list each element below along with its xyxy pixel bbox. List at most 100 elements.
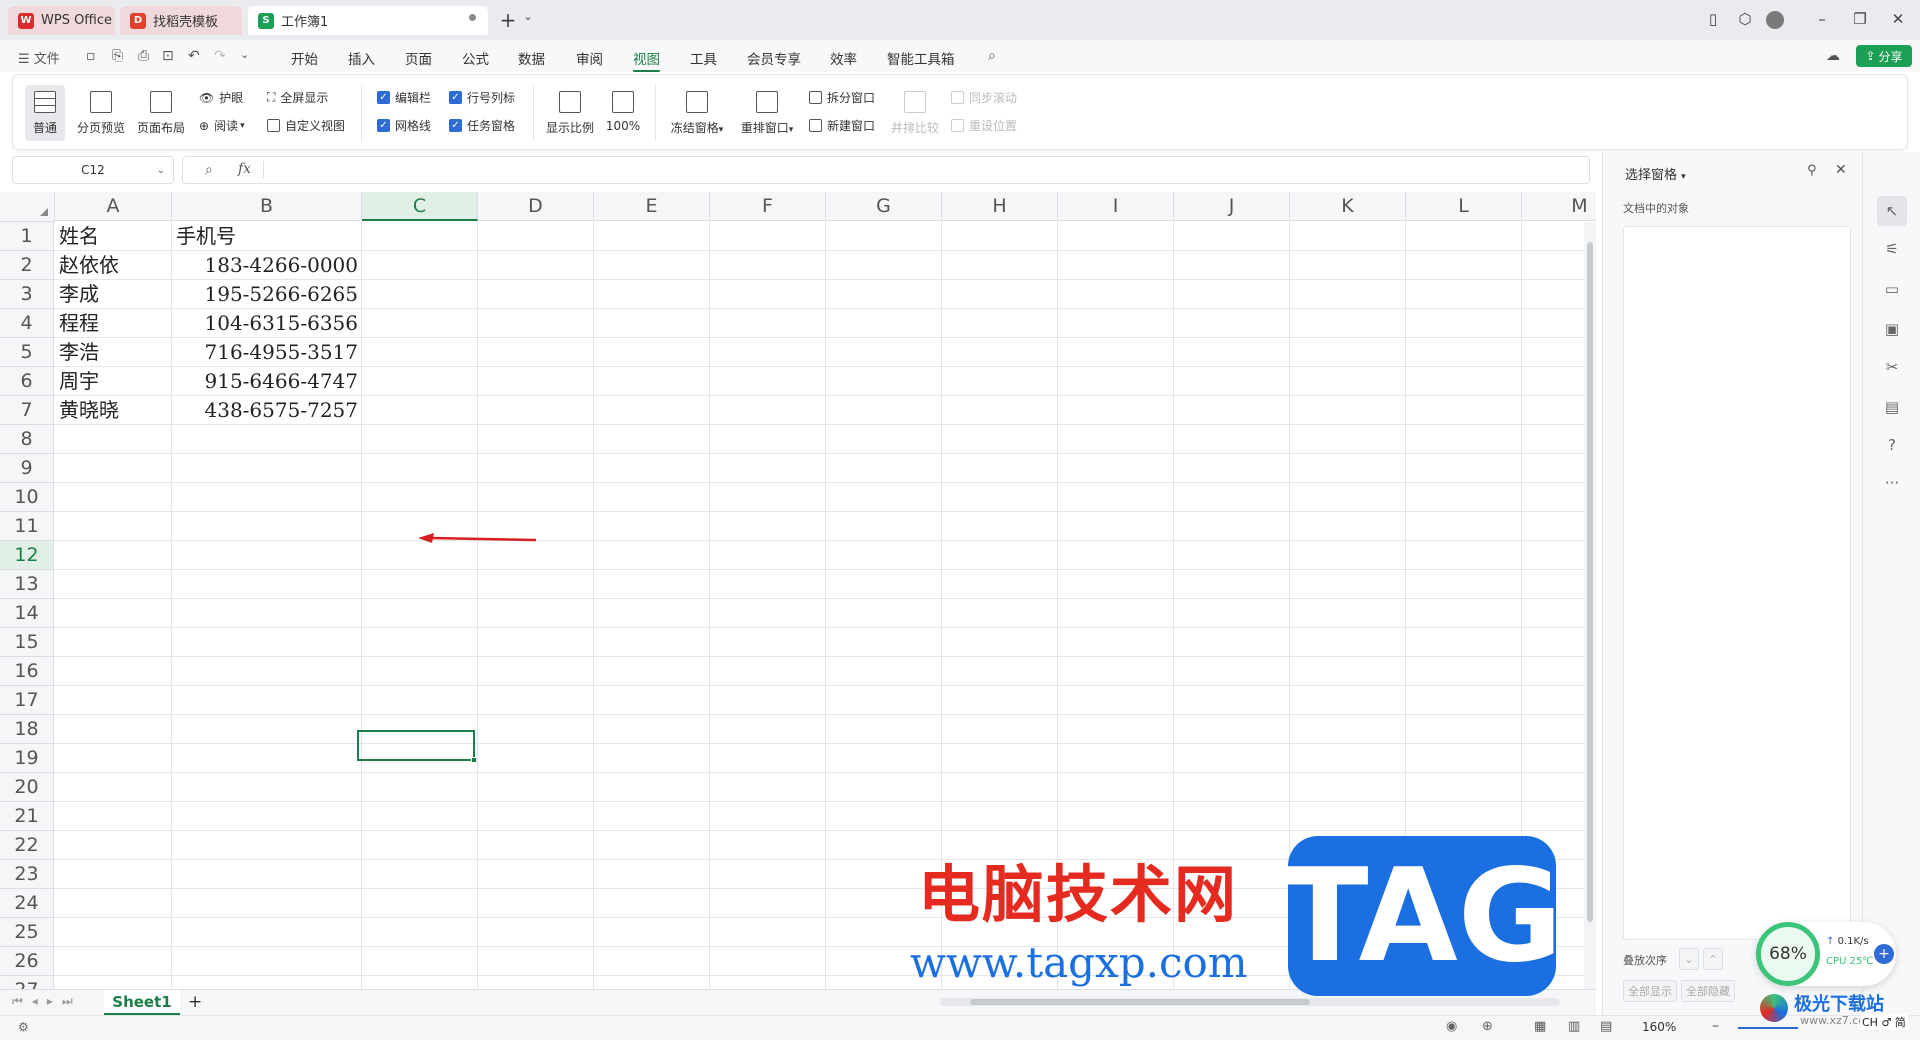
normal-view-icon[interactable]: ▦ — [1534, 1019, 1546, 1034]
row-header-16[interactable]: 16 — [0, 657, 54, 686]
quick-access-more-icon[interactable]: ⌄ — [240, 48, 249, 61]
tools-icon[interactable]: ✂ — [1883, 358, 1901, 376]
page-break-view-icon[interactable]: ▤ — [1600, 1019, 1612, 1034]
save-icon[interactable]: ▫ — [86, 48, 96, 64]
new-window-button[interactable]: 新建窗口 — [809, 117, 875, 134]
reading-button[interactable]: ⊕ 阅读 ▾ — [199, 117, 245, 134]
column-header-j[interactable]: J — [1174, 192, 1290, 221]
cell-b4[interactable]: 104-6315-6356 — [172, 309, 359, 338]
row-header-23[interactable]: 23 — [0, 860, 54, 889]
column-header-g[interactable]: G — [826, 192, 942, 221]
tab-workbook1[interactable]: S 工作簿1 — [248, 6, 488, 35]
image-icon[interactable]: ▣ — [1883, 320, 1901, 338]
task-pane-checkbox[interactable]: ✓ 任务窗格 — [449, 117, 515, 134]
fullscreen-button[interactable]: ⛶ 全屏显示 — [267, 89, 328, 106]
cell-a4[interactable]: 程程 — [59, 309, 99, 338]
cell-a7[interactable]: 黄晓晓 — [59, 396, 119, 425]
add-widget-icon[interactable]: + — [1874, 944, 1894, 964]
sync-scroll-button[interactable]: 同步滚动 — [951, 89, 1017, 106]
horizontal-scrollbar[interactable] — [940, 998, 1560, 1006]
cell-b3[interactable]: 195-5266-6265 — [172, 280, 359, 309]
cell-b1[interactable]: 手机号 — [176, 222, 236, 251]
fill-handle[interactable] — [471, 757, 477, 763]
column-header-l[interactable]: L — [1406, 192, 1522, 221]
row-header-13[interactable]: 13 — [0, 570, 54, 599]
row-header-1[interactable]: 1 — [0, 222, 54, 251]
layout-icon[interactable]: ▯ — [1703, 10, 1723, 28]
column-header-f[interactable]: F — [710, 192, 826, 221]
cell-a5[interactable]: 李浩 — [59, 338, 99, 367]
rearrange-windows-button[interactable]: 重排窗口▾ — [735, 91, 799, 136]
sheet-tab-sheet1[interactable]: Sheet1 — [104, 990, 180, 1015]
column-header-c[interactable]: C — [362, 192, 478, 221]
minimize-icon[interactable]: – — [1812, 10, 1832, 28]
row-header-25[interactable]: 25 — [0, 918, 54, 947]
export-icon[interactable]: ⎘ — [112, 48, 123, 64]
page-layout-view-icon[interactable]: ▥ — [1568, 1019, 1580, 1034]
row-header-8[interactable]: 8 — [0, 425, 54, 454]
edit-bar-checkbox[interactable]: ✓ 编辑栏 — [377, 89, 431, 106]
column-header-a[interactable]: A — [55, 192, 172, 221]
column-header-m[interactable]: M — [1522, 192, 1596, 221]
cell-b6[interactable]: 915-6466-4747 — [172, 367, 359, 396]
row-header-26[interactable]: 26 — [0, 947, 54, 976]
move-up-icon[interactable]: ⌃ — [1703, 948, 1723, 970]
custom-view-button[interactable]: 自定义视图 — [267, 117, 345, 134]
comment-icon[interactable]: ▭ — [1883, 280, 1901, 298]
row-header-14[interactable]: 14 — [0, 599, 54, 628]
share-button[interactable]: ⇪ 分享 — [1856, 45, 1912, 67]
cell-b7[interactable]: 438-6575-7257 — [172, 396, 359, 425]
row-header-3[interactable]: 3 — [0, 280, 54, 309]
show-all-button[interactable]: 全部显示 — [1623, 980, 1677, 1002]
macro-icon[interactable]: ⚙ — [18, 1020, 29, 1034]
restore-icon[interactable]: ❐ — [1850, 10, 1870, 28]
cell-b2[interactable]: 183-4266-0000 — [172, 251, 359, 280]
page-layout-button[interactable]: 页面布局 — [135, 91, 187, 136]
sheet-nav-icon[interactable]: ⏮◂▸⏭ — [12, 994, 82, 1009]
split-window-button[interactable]: 拆分窗口 — [809, 89, 875, 106]
search-icon[interactable]: ⌕ — [988, 48, 996, 64]
vertical-scrollbar[interactable] — [1584, 222, 1596, 989]
row-header-11[interactable]: 11 — [0, 512, 54, 541]
menu-data[interactable]: 数据 — [518, 48, 545, 68]
column-header-h[interactable]: H — [942, 192, 1058, 221]
row-header-15[interactable]: 15 — [0, 628, 54, 657]
tab-wps-office[interactable]: W WPS Office — [8, 6, 115, 35]
menu-efficiency[interactable]: 效率 — [830, 48, 857, 68]
page-break-preview-button[interactable]: 分页预览 — [75, 91, 127, 136]
cell-a1[interactable]: 姓名 — [59, 222, 99, 251]
row-header-27[interactable]: 27 — [0, 976, 54, 989]
menu-member[interactable]: 会员专享 — [747, 48, 801, 68]
gridlines-checkbox[interactable]: ✓ 网格线 — [377, 117, 431, 134]
row-header-20[interactable]: 20 — [0, 773, 54, 802]
file-menu[interactable]: ☰ 文件 — [18, 48, 60, 67]
horizontal-scroll-thumb[interactable] — [970, 999, 1310, 1005]
row-header-12[interactable]: 12 — [0, 541, 54, 570]
row-header-21[interactable]: 21 — [0, 802, 54, 831]
cloud-icon[interactable]: ☁ — [1826, 48, 1840, 64]
menu-page[interactable]: 页面 — [405, 48, 432, 68]
zoom-out-icon[interactable]: – — [1712, 1018, 1719, 1034]
new-tab-icon[interactable]: + — [498, 8, 518, 32]
properties-icon[interactable]: ⚟ — [1883, 240, 1901, 258]
column-header-b[interactable]: B — [172, 192, 362, 221]
row-header-24[interactable]: 24 — [0, 889, 54, 918]
reset-position-button[interactable]: 重设位置 — [951, 117, 1017, 134]
cell-a2[interactable]: 赵依依 — [59, 251, 119, 280]
object-list[interactable] — [1623, 226, 1851, 940]
cube-icon[interactable]: ⬡ — [1735, 10, 1755, 28]
cell-a6[interactable]: 周宇 — [59, 367, 99, 396]
menu-tools[interactable]: 工具 — [690, 48, 717, 68]
library-icon[interactable]: ▤ — [1883, 398, 1901, 416]
eye-protection-icon[interactable]: ◉ — [1446, 1019, 1457, 1034]
zoom-level[interactable]: 160% — [1642, 1020, 1676, 1034]
more-icon[interactable]: ··· — [1883, 474, 1901, 492]
column-header-e[interactable]: E — [594, 192, 710, 221]
move-down-icon[interactable]: ⌄ — [1679, 948, 1699, 970]
row-header-10[interactable]: 10 — [0, 483, 54, 512]
tab-list-chevron-icon[interactable]: ⌄ — [518, 10, 538, 23]
select-all-corner[interactable] — [0, 192, 55, 222]
selection-tool-icon[interactable]: ↖ — [1877, 196, 1907, 226]
row-header-9[interactable]: 9 — [0, 454, 54, 483]
print-icon[interactable]: ⎙ — [138, 48, 149, 64]
